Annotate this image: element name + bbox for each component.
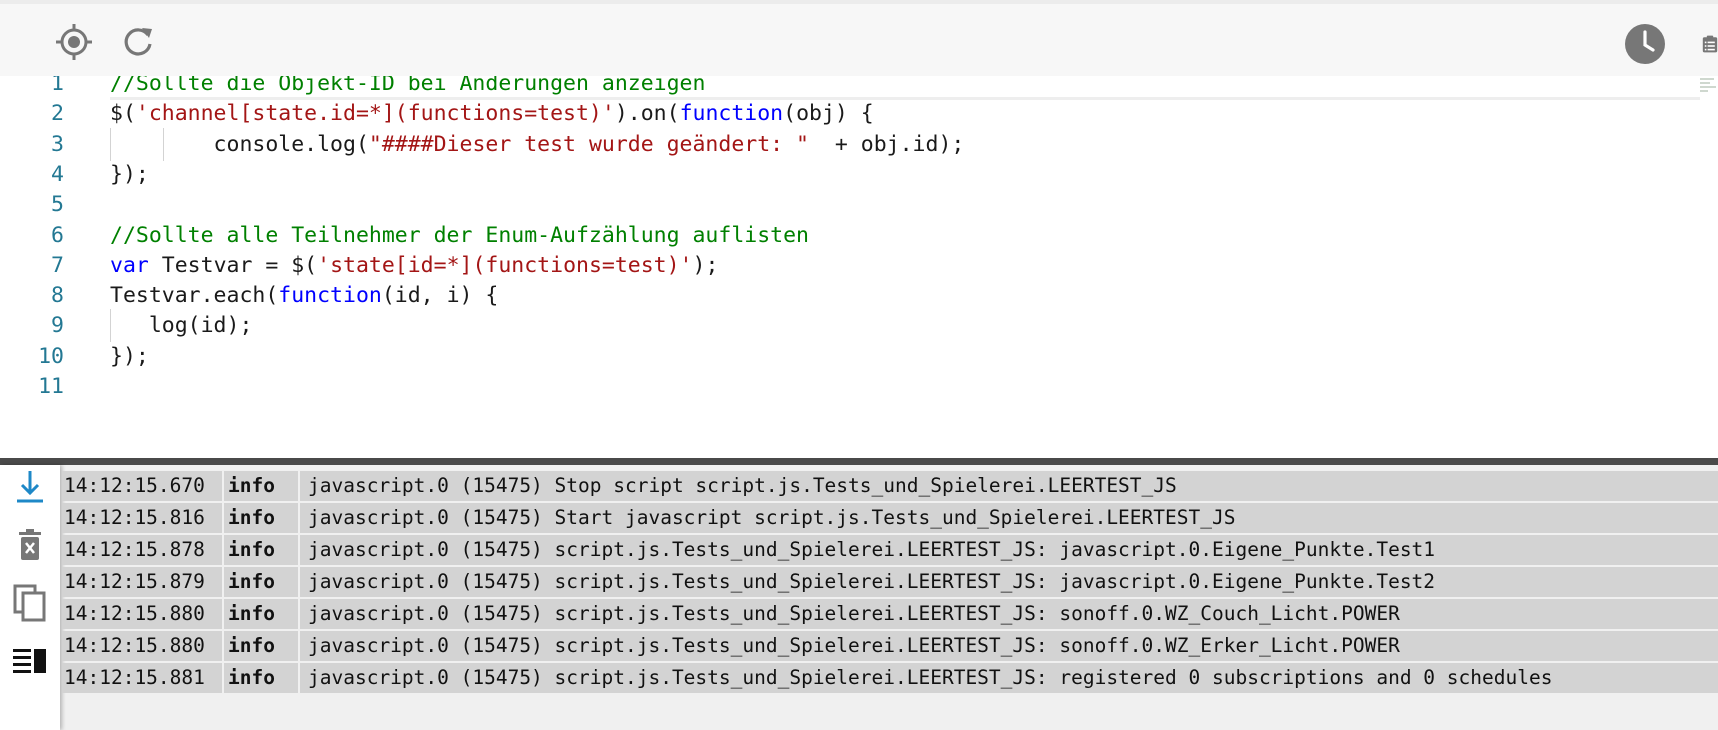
code-token-keyword: function <box>278 283 382 309</box>
clock-icon[interactable] <box>1623 22 1667 66</box>
code-token-comment: //Sollte die Objekt-ID bei Änderungen an… <box>110 76 706 96</box>
code-token-plain: (obj) { <box>783 101 874 127</box>
refresh-icon[interactable] <box>118 22 158 62</box>
log-level: info <box>224 631 298 661</box>
indent-guide <box>110 309 111 343</box>
code-token-plain: log(id); <box>110 313 253 339</box>
log-level: info <box>224 535 298 565</box>
code-line[interactable]: 2 $('channel[state.id=*](functions=test)'… <box>0 97 1700 130</box>
log-message: javascript.0 (15475) Stop script script.… <box>300 471 1718 501</box>
code-line[interactable]: 5 <box>0 188 1700 221</box>
code-token-string: 'channel[state.id=*](functions=test)' <box>135 101 615 127</box>
log-time: 14:12:15.880 <box>62 631 222 661</box>
log-panel: 14:12:15.670 info javascript.0 (15475) Sto… <box>0 465 1718 730</box>
clear-log-icon[interactable] <box>8 523 52 567</box>
code-text: }); <box>110 340 1700 373</box>
code-text: //Sollte alle Teilnehmer der Enum-Aufzäh… <box>110 219 1700 252</box>
log-time: 14:12:15.879 <box>62 567 222 597</box>
clipboard-list-icon[interactable] <box>1690 22 1718 66</box>
code-token-keyword: function <box>679 101 784 127</box>
code-token-plain: Testvar = $( <box>148 252 318 278</box>
log-row[interactable]: 14:12:15.878 info javascript.0 (15475) scr… <box>62 535 1718 565</box>
code-token-keyword: var <box>110 252 149 278</box>
log-time: 14:12:15.670 <box>62 471 222 501</box>
code-token-plain: }); <box>110 343 149 369</box>
code-line[interactable]: 7 var Testvar = $('state[id=*](functions=… <box>0 249 1700 282</box>
code-line[interactable]: 8 Testvar.each(function(id, i) { <box>0 279 1700 312</box>
log-message: javascript.0 (15475) Start javascript sc… <box>300 503 1718 533</box>
log-toolbar <box>0 465 60 730</box>
code-text: $('channel[state.id=*](functions=test)')… <box>110 97 1700 130</box>
code-token-plain: Testvar.each( <box>110 283 279 309</box>
code-text: console.log("####Dieser test wurde geänd… <box>110 128 1700 161</box>
log-message: javascript.0 (15475) script.js.Tests_und… <box>300 535 1718 565</box>
code-line[interactable]: 3 console.log("####Dieser test wurde geä… <box>0 127 1700 161</box>
log-level: info <box>224 471 298 501</box>
log-level: info <box>224 663 298 693</box>
code-token-plain: }); <box>110 161 149 187</box>
code-line[interactable]: 4}); <box>0 158 1700 191</box>
code-text: var Testvar = $('state[id=*](functions=t… <box>110 249 1700 282</box>
code-token-plain: ).on( <box>614 101 680 127</box>
scroll-down-icon[interactable] <box>8 465 52 509</box>
log-level: info <box>224 599 298 629</box>
line-number: 10 <box>38 343 64 369</box>
minimap[interactable] <box>1700 76 1718 102</box>
code-token-plain: (id, i) { <box>381 283 499 309</box>
line-number: 7 <box>51 252 64 278</box>
log-message: javascript.0 (15475) script.js.Tests_und… <box>300 599 1718 629</box>
panel-splitter[interactable] <box>0 458 1718 465</box>
log-row[interactable]: 14:12:15.881 info javascript.0 (15475) scr… <box>62 663 1718 693</box>
log-row[interactable]: 14:12:15.879 info javascript.0 (15475) scr… <box>62 567 1718 597</box>
indent-guide <box>163 127 164 161</box>
code-line[interactable]: 11 <box>0 370 1700 403</box>
log-message: javascript.0 (15475) script.js.Tests_und… <box>300 631 1718 661</box>
log-time: 14:12:15.880 <box>62 599 222 629</box>
log-message: javascript.0 (15475) script.js.Tests_und… <box>300 567 1718 597</box>
code-token-plain: $( <box>110 101 136 127</box>
log-level: info <box>224 503 298 533</box>
log-level: info <box>224 567 298 597</box>
line-number: 4 <box>51 161 64 187</box>
code-text: log(id); <box>110 309 1700 342</box>
code-editor[interactable]: 1//Sollte die Objekt-ID bei Änderungen a… <box>0 76 1718 458</box>
log-row[interactable]: 14:12:15.880 info javascript.0 (15475) scr… <box>62 599 1718 629</box>
log-row[interactable]: 14:12:15.880 info javascript.0 (15475) scr… <box>62 631 1718 661</box>
code-line[interactable]: 6 //Sollte alle Teilnehmer der Enum-Aufzä… <box>0 219 1700 252</box>
code-token-comment: //Sollte alle Teilnehmer der Enum-Aufzäh… <box>110 222 809 248</box>
crosshair-icon[interactable] <box>54 22 94 62</box>
wrap-lines-icon[interactable] <box>8 639 52 683</box>
code-token-plain: + obj.id); <box>809 131 965 157</box>
code-text: Testvar.each(function(id, i) { <box>110 279 1700 312</box>
code-token-plain: ); <box>692 252 719 278</box>
indent-guide <box>110 127 111 161</box>
line-number: 9 <box>51 313 64 339</box>
log-row[interactable]: 14:12:15.670 info javascript.0 (15475) Sto… <box>62 471 1718 501</box>
log-row[interactable]: 14:12:15.816 info javascript.0 (15475) Sta… <box>62 503 1718 533</box>
log-message: javascript.0 (15475) script.js.Tests_und… <box>300 663 1718 693</box>
line-number: 8 <box>51 283 64 309</box>
line-number: 3 <box>51 131 64 157</box>
log-time: 14:12:15.878 <box>62 535 222 565</box>
code-text: }); <box>110 158 1700 191</box>
line-number: 6 <box>51 222 64 248</box>
line-number: 5 <box>51 192 64 218</box>
log-time: 14:12:15.881 <box>62 663 222 693</box>
code-line[interactable]: 9 log(id); <box>0 309 1700 343</box>
editor-toolbar <box>0 0 1718 76</box>
code-token-string: "####Dieser test wurde geändert: " <box>368 131 809 157</box>
copy-icon[interactable] <box>8 581 52 625</box>
code-line[interactable]: 10}); <box>0 340 1700 373</box>
line-number: 11 <box>38 374 64 399</box>
code-token-string: 'state[id=*](functions=test)' <box>317 252 693 278</box>
code-token-plain: console.log( <box>110 131 369 157</box>
log-time: 14:12:15.816 <box>62 503 222 533</box>
line-number: 2 <box>51 101 64 127</box>
